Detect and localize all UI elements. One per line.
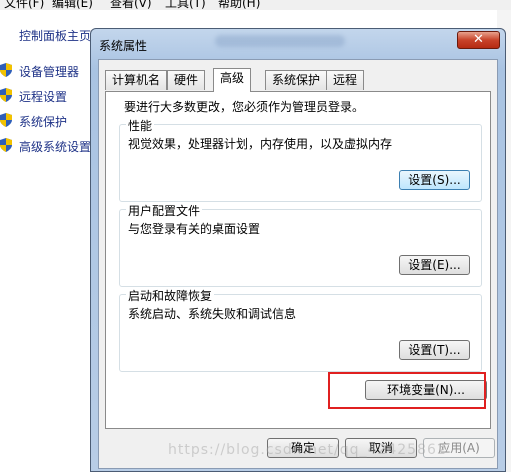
startup-recovery-settings-button[interactable]: 设置(T)... (399, 340, 470, 360)
menu-tools[interactable]: 工具(T) (165, 0, 206, 10)
menu-bar: 文件(F) 编辑(E) 查看(V) 工具(T) 帮助(H) (0, 0, 511, 10)
highlight-box (328, 372, 486, 409)
sidebar-item-label: 远程设置 (19, 90, 68, 104)
close-button[interactable]: ✕ (457, 31, 500, 49)
menu-view[interactable]: 查看(V) (110, 0, 152, 10)
uac-shield-icon (0, 138, 12, 152)
tab-remote[interactable]: 远程 (326, 70, 365, 90)
group-title: 启动和故障恢复 (126, 287, 215, 304)
sidebar-item-device-manager[interactable]: 设备管理器 (0, 61, 96, 81)
sidebar-item-system-protection[interactable]: 系统保护 (0, 111, 96, 131)
sidebar-item-label: 高级系统设置 (19, 140, 92, 154)
watermark: https://blog.csdn.net/qq_42425862 (168, 442, 447, 458)
uac-shield-icon (0, 113, 12, 127)
admin-note: 要进行大多数更改，您必须作为管理员登录。 (124, 100, 365, 114)
performance-settings-button[interactable]: 设置(S)... (399, 170, 470, 190)
sidebar-item-label: 系统保护 (19, 115, 68, 129)
group-description: 系统启动、系统失败和调试信息 (128, 307, 297, 321)
control-panel-home-link[interactable]: 控制面板主页 (19, 27, 91, 44)
user-profiles-group: 用户配置文件 与您登录有关的桌面设置 设置(E)... (119, 202, 482, 287)
group-description: 与您登录有关的桌面设置 (128, 222, 261, 236)
menu-help[interactable]: 帮助(H) (218, 0, 260, 10)
sidebar-item-remote-settings[interactable]: 远程设置 (0, 86, 96, 106)
group-title: 性能 (126, 117, 155, 134)
tab-advanced[interactable]: 高级 (213, 68, 252, 92)
tab-system-protection[interactable]: 系统保护 (265, 70, 328, 90)
uac-shield-icon (0, 88, 12, 102)
startup-recovery-group: 启动和故障恢复 系统启动、系统失败和调试信息 设置(T)... (119, 287, 482, 372)
user-profiles-settings-button[interactable]: 设置(E)... (399, 255, 470, 275)
sidebar-item-advanced-settings[interactable]: 高级系统设置 (0, 136, 96, 156)
uac-shield-icon (0, 63, 12, 77)
tab-hardware[interactable]: 硬件 (167, 70, 206, 90)
blurred-title-background (215, 35, 345, 47)
tab-computer-name[interactable]: 计算机名 (105, 70, 168, 90)
menu-file[interactable]: 文件(F) (4, 0, 44, 10)
menu-edit[interactable]: 编辑(E) (52, 0, 93, 10)
group-title: 用户配置文件 (126, 202, 203, 219)
sidebar-item-label: 设备管理器 (19, 65, 80, 79)
performance-group: 性能 视觉效果，处理器计划，内存使用，以及虚拟内存 设置(S)... (119, 117, 482, 202)
control-panel-sidebar: 控制面板主页 设备管理器 远程设置 系统保护 高级系统设置 (0, 10, 96, 472)
group-description: 视觉效果，处理器计划，内存使用，以及虚拟内存 (128, 137, 393, 151)
dialog-title: 系统属性 (99, 39, 148, 53)
